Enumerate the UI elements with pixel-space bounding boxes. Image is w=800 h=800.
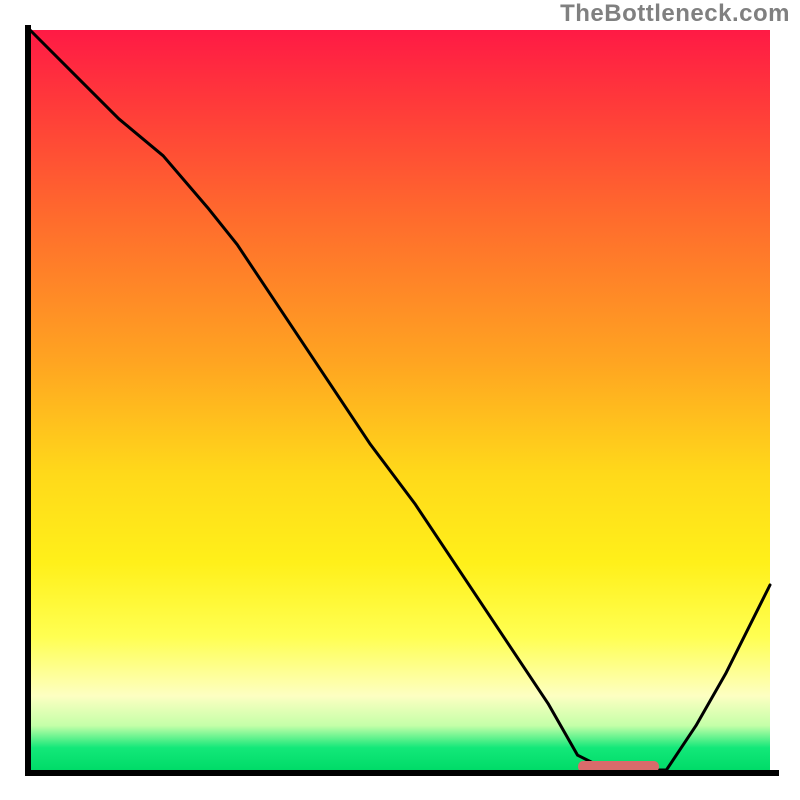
watermark-text: TheBottleneck.com bbox=[560, 0, 790, 28]
y-axis bbox=[25, 25, 31, 776]
x-axis bbox=[25, 770, 779, 776]
chart-container: TheBottleneck.com bbox=[0, 0, 800, 800]
bottleneck-curve-path bbox=[30, 30, 770, 770]
plot-area bbox=[30, 30, 770, 770]
curve-svg bbox=[30, 30, 770, 770]
